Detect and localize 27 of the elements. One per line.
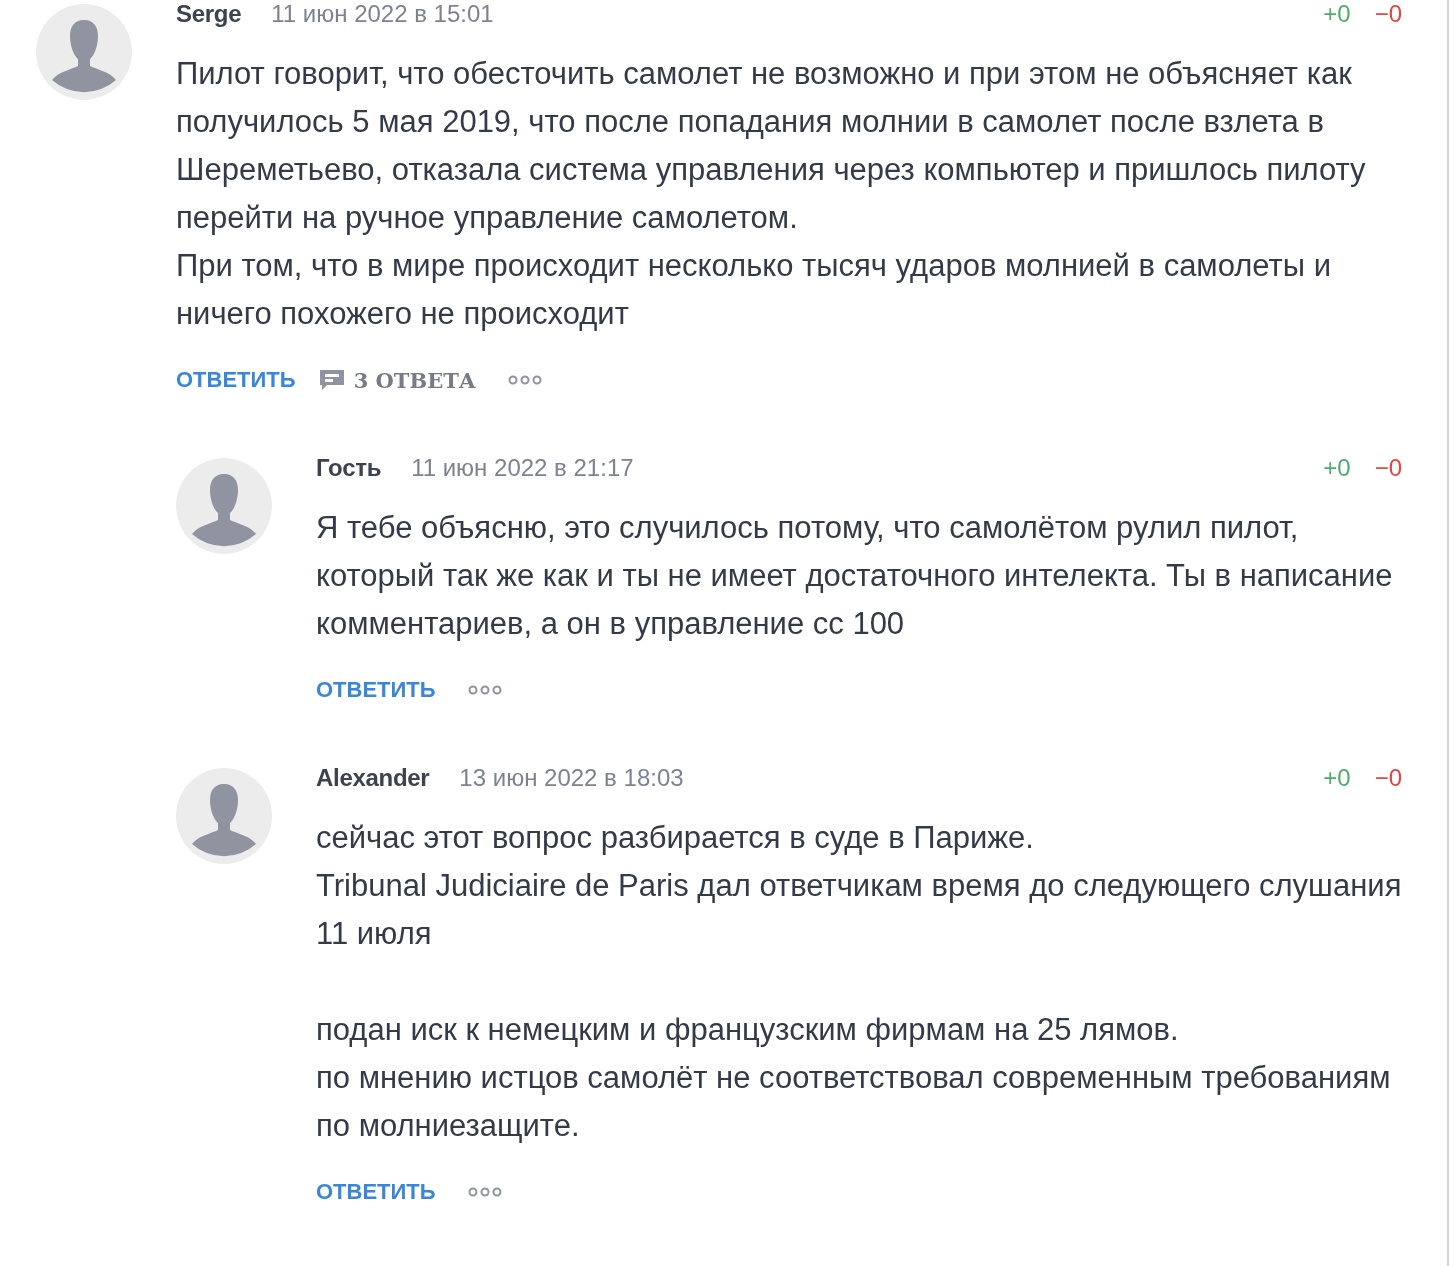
upvote-count[interactable]: +0 <box>1323 454 1351 482</box>
reply-button[interactable]: ОТВЕТИТЬ <box>316 1179 436 1205</box>
author-name: Serge <box>176 0 242 28</box>
more-icon <box>467 1187 502 1197</box>
avatar-icon <box>36 4 132 100</box>
downvote-count[interactable]: −0 <box>1374 764 1402 792</box>
comment-text: Пилот говорит, что обесточить самолет не возможно и при этом не объясняет как получилось 5 мая 2019, что после попадания молнии в самолет после взлета в Шереметьево, отказала система управления через компьютер и пришлось пилоту перейти на ручное управление самолетом. При том, что в мире происходит несколько тысяч ударов молнией в самолеты и ничего похожего не происходит <box>176 55 1367 333</box>
comment-text: сейчас этот вопрос разбирается в суде в Париже. Tribunal Judiciaire de Paris дал ответчикам время до следующего слушания 11 июля <box>316 819 1402 953</box>
comment-date: 13 июн 2022 в 18:03 <box>459 764 684 792</box>
comment-icon <box>317 368 346 392</box>
reply-button[interactable]: ОТВЕТИТЬ <box>176 367 296 393</box>
reply-button[interactable]: ОТВЕТИТЬ <box>316 677 436 703</box>
upvote-count[interactable]: +0 <box>1323 0 1351 28</box>
author-name: Гость <box>316 454 382 482</box>
downvote-count[interactable]: −0 <box>1374 454 1402 482</box>
comment-date: 11 июн 2022 в 21:17 <box>411 454 634 482</box>
upvote-count[interactable]: +0 <box>1323 764 1351 792</box>
more-icon <box>467 685 502 695</box>
more-icon <box>507 375 542 385</box>
avatar-icon <box>176 768 272 864</box>
downvote-count[interactable]: −0 <box>1374 0 1402 28</box>
author-name: Alexander <box>316 764 430 792</box>
avatar-icon <box>176 458 272 554</box>
comment-text: Я тебе объясню, это случилось потому, что самолётом рулил пилот, который так же как и ты не имеет достаточного интелекта. Ты в написание комментариев, а он в управление сс 100 <box>316 509 1394 643</box>
replies-button[interactable]: 3 ОТВЕТА <box>317 367 476 393</box>
comment-date: 11 июн 2022 в 15:01 <box>271 0 494 28</box>
comment-text: подан иск к немецким и французским фирмам на 25 лямов. по мнению истцов самолёт не соответствовал современным требованиям по молниезащите. <box>316 1011 1392 1145</box>
